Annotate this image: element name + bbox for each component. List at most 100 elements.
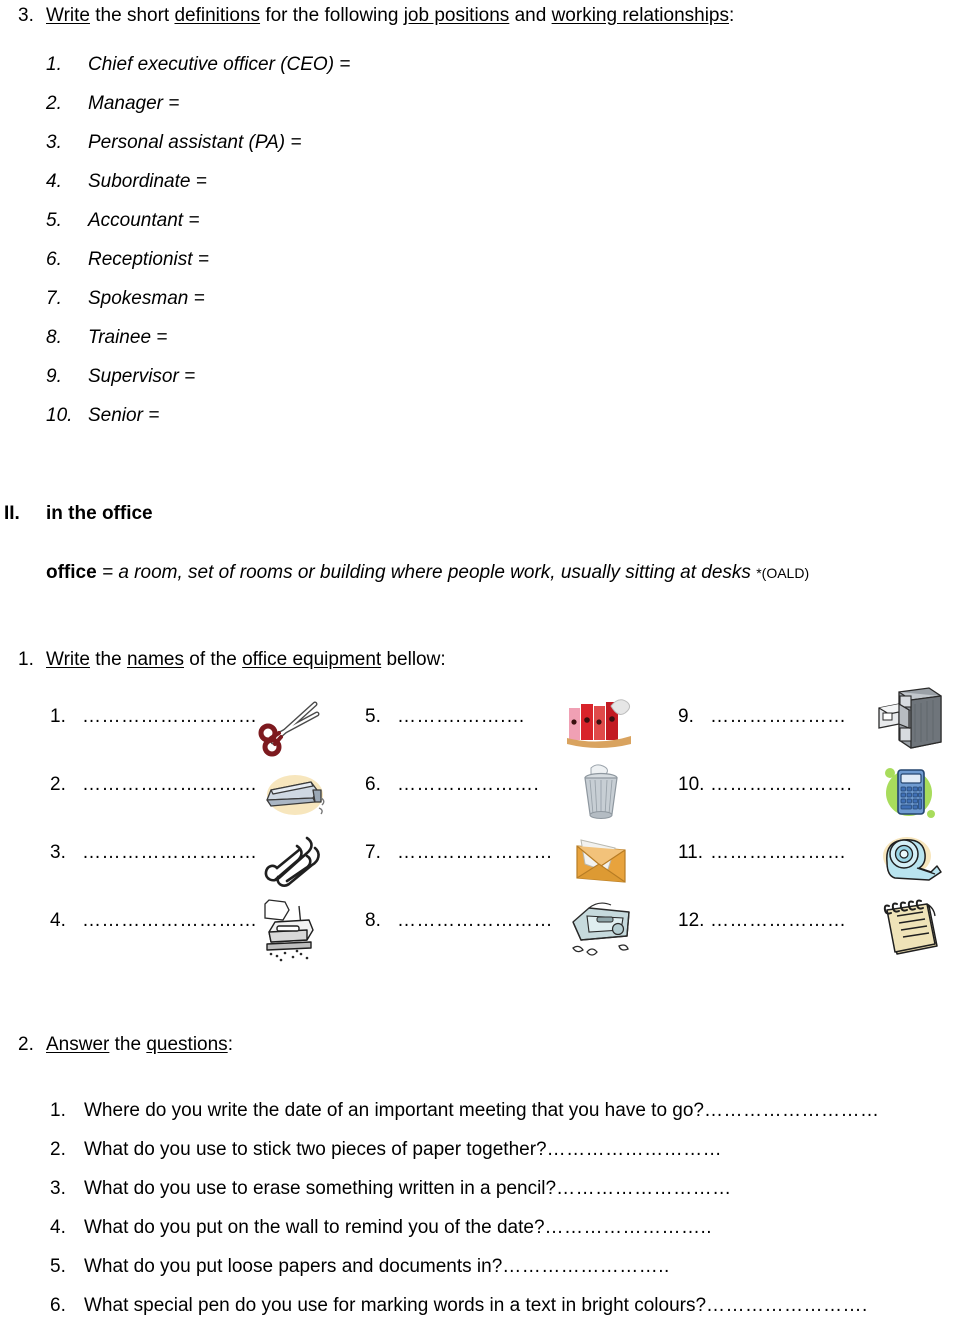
list-item-label: Accountant = [88, 210, 200, 231]
question-text: What do you use to erase something writt… [84, 1178, 557, 1199]
task-1-underline-write: Write [46, 649, 90, 670]
list-item-number: 4. [46, 171, 62, 192]
list-item-number: 10. [46, 405, 73, 426]
equipment-blank[interactable]: 7. …………………… [365, 842, 553, 864]
list-item-number: 6. [46, 249, 62, 270]
equipment-blank[interactable]: 6. …………………. [365, 774, 539, 796]
equipment-blank[interactable]: 4. ……………………… [50, 910, 258, 932]
equipment-dots: …………………… [397, 910, 553, 931]
list-item: 8. Trainee = [46, 325, 646, 364]
heading-text-4: : [729, 5, 735, 26]
question-answer-blank[interactable]: …………………….. [545, 1217, 713, 1238]
task-1-text-3: bellow: [381, 649, 446, 670]
task-1-text-2: of the [184, 649, 243, 670]
equipment-dots: ……………………… [82, 706, 258, 727]
equipment-dots: ……………………… [82, 774, 258, 795]
equipment-index: 3. [50, 842, 66, 863]
equipment-dots: …………………. [710, 774, 853, 795]
list-item-label: Senior = [88, 405, 160, 426]
task-2-heading: 2. Answer the questions: [18, 1034, 233, 1056]
question-row[interactable]: 3. What do you use to erase something wri… [50, 1178, 950, 1217]
question-row[interactable]: 4. What do you put on the wall to remind … [50, 1217, 950, 1256]
question-answer-blank[interactable]: ……………………… [547, 1139, 723, 1160]
question-row[interactable]: 1. Where do you write the date of an impo… [50, 1100, 950, 1139]
equipment-index: 11. [678, 842, 704, 863]
list-item-label: Chief executive officer (CEO) = [88, 54, 351, 75]
equipment-index: 4. [50, 910, 66, 931]
list-item-number: 1. [46, 54, 62, 75]
ring-binders-icon [563, 692, 639, 758]
equipment-blank[interactable]: 1. ……………………… [50, 706, 258, 728]
equipment-dots: …………………… [397, 842, 553, 863]
equipment-index: 6. [365, 774, 381, 795]
task-2-underline-questions: questions [146, 1034, 228, 1055]
equipment-blank[interactable]: 5. ……….…….… [365, 706, 526, 728]
tape-dispenser-icon [873, 828, 949, 894]
question-row[interactable]: 6. What special pen do you use for markin… [50, 1295, 950, 1334]
equipment-blank[interactable]: 3. ……………………… [50, 842, 258, 864]
section-3-number: 3. [18, 5, 34, 26]
heading-underline-definitions: definitions [174, 5, 261, 26]
equipment-dots: ……….…….… [397, 706, 526, 727]
calculator-icon [873, 760, 949, 826]
filing-cabinet-icon [873, 686, 949, 752]
question-text: What special pen do you use for marking … [84, 1295, 707, 1316]
question-answer-blank[interactable]: …………………….. [502, 1256, 670, 1277]
definition-term: office [46, 562, 97, 583]
definition-body: = a room, set of rooms or building where… [96, 562, 757, 583]
equipment-dots: …………………. [397, 774, 540, 795]
task-1-underline-office-equipment: office equipment [242, 649, 382, 670]
list-item: 6. Receptionist = [46, 247, 646, 286]
question-answer-blank[interactable]: ……………………. [706, 1295, 868, 1316]
task-2-text-1: the [109, 1034, 147, 1055]
scissors-icon [255, 692, 331, 758]
notepad-icon [873, 896, 949, 962]
equipment-index: 8. [365, 910, 381, 931]
equipment-index: 9. [678, 706, 694, 727]
section-2-marker: II. [4, 503, 20, 524]
equipment-index: 1. [50, 706, 66, 727]
stapler-icon [255, 760, 331, 826]
worksheet-page: 3. Write the short definitions for the fo… [0, 0, 960, 1321]
questions-list: 1. Where do you write the date of an impo… [50, 1100, 950, 1334]
list-item-label: Subordinate = [88, 171, 207, 192]
list-item: 10. Senior = [46, 403, 646, 442]
section-3-heading: 3. Write the short definitions for the fo… [18, 4, 734, 28]
heading-text-1: the short [89, 5, 175, 26]
equipment-blank[interactable]: 10.…………………. [678, 774, 852, 796]
equipment-blank[interactable]: 11. ………………… [678, 842, 847, 864]
list-item: 1. Chief executive officer (CEO) = [46, 52, 646, 91]
hole-punch-icon [255, 896, 331, 962]
envelope-icon [563, 828, 639, 894]
question-number: 6. [50, 1295, 66, 1316]
task-1-number: 1. [18, 649, 34, 670]
list-item-number: 5. [46, 210, 62, 231]
list-item-number: 3. [46, 132, 62, 153]
list-item: 4. Subordinate = [46, 169, 646, 208]
equipment-blank[interactable]: 12.………………… [678, 910, 847, 932]
heading-underline-working-relationships: working relationships [551, 5, 729, 26]
heading-text-3: and [509, 5, 552, 26]
paper-clips-icon [255, 828, 331, 894]
equipment-blank[interactable]: 8. …………………… [365, 910, 553, 932]
task-2-underline-answer: Answer [46, 1034, 110, 1055]
question-text: Where do you write the date of an import… [84, 1100, 704, 1121]
list-item: 3. Personal assistant (PA) = [46, 130, 646, 169]
definition-source: *(OALD) [756, 565, 810, 581]
list-item-number: 8. [46, 327, 62, 348]
section-2-title: in the office [46, 503, 153, 524]
equipment-index: 5. [365, 706, 381, 727]
equipment-blank[interactable]: 9. ………………… [678, 706, 847, 728]
equipment-index: 2. [50, 774, 66, 795]
equipment-dots: ………………… [710, 706, 847, 727]
question-row[interactable]: 2. What do you use to stick two pieces of… [50, 1139, 950, 1178]
question-answer-blank[interactable]: ……………………… [704, 1100, 880, 1121]
heading-underline-write: Write [46, 5, 90, 26]
list-item-label: Receptionist = [88, 249, 209, 270]
equipment-index: 7. [365, 842, 381, 863]
question-row[interactable]: 5. What do you put loose papers and docum… [50, 1256, 950, 1295]
equipment-index: 10. [678, 774, 705, 795]
equipment-blank[interactable]: 2. ……………………… [50, 774, 258, 796]
question-answer-blank[interactable]: ……………………… [556, 1178, 732, 1199]
task-2-text-2: : [227, 1034, 233, 1055]
